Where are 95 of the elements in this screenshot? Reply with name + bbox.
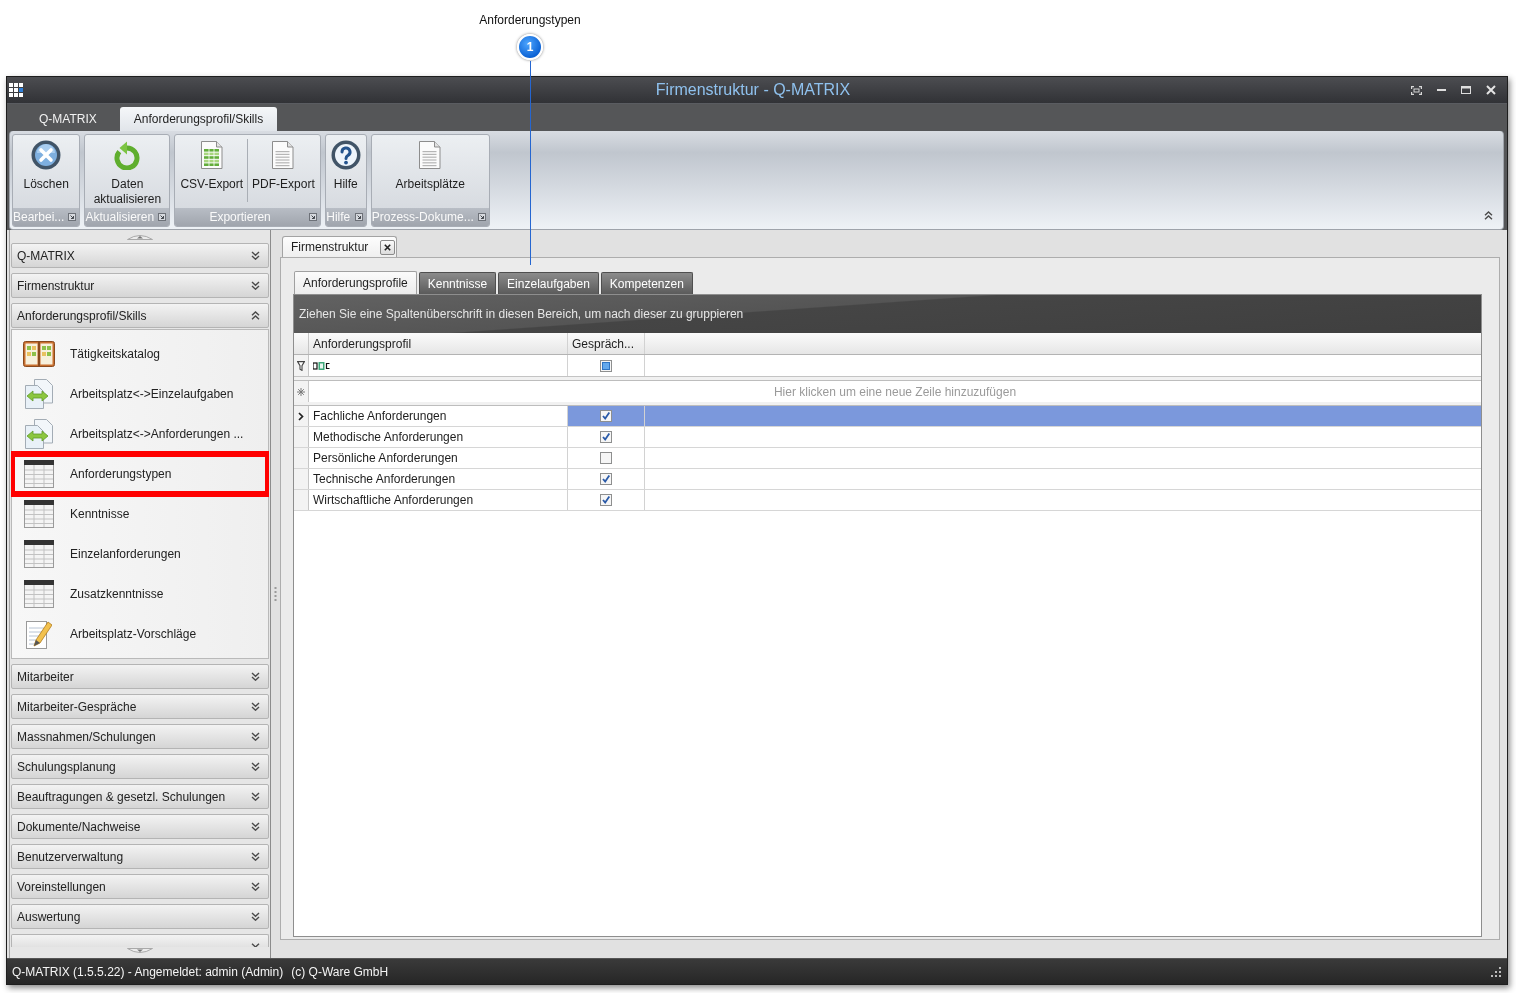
sidebar-group-header[interactable]: Benutzerverwaltung: [11, 844, 269, 869]
tab[interactable]: Anforderungsprofile: [294, 271, 417, 294]
sidebar-group-header[interactable]: Voreinstellungen: [11, 874, 269, 899]
sidebar-group-header[interactable]: Massnahmen/Schulungen: [11, 724, 269, 749]
ribbon-button[interactable]: Löschen: [19, 135, 73, 208]
ribbon-tab[interactable]: Anforderungsprofil/Skills: [119, 107, 278, 131]
table-icon: [24, 460, 54, 488]
resize-grip-icon[interactable]: [1491, 966, 1501, 977]
sidebar-item[interactable]: Kenntnisse: [12, 494, 268, 534]
status-text: Q-MATRIX (1.5.5.22) - Angemeldet: admin (Admin): [12, 964, 284, 979]
grip-icon[interactable]: [274, 587, 277, 601]
book-icon: [23, 341, 55, 367]
refresh-icon: [114, 140, 141, 170]
minimize-icon: [1436, 89, 1446, 91]
table-row[interactable]: Wirtschaftliche Anforderungen: [294, 490, 1481, 511]
annotation-label: Anforderungstypen: [479, 13, 581, 27]
copyright-text: (c) Q-Ware GmbH: [291, 964, 389, 979]
ribbon-group-label: Bearbei...: [13, 209, 65, 225]
help-icon: [330, 140, 361, 170]
sidebar-group-header[interactable]: Anforderungsprofil/Skills: [11, 303, 269, 328]
ribbon-group-label: Exportieren: [208, 209, 272, 225]
asterisk-icon: [297, 387, 305, 396]
callout-badge: 1: [517, 34, 543, 60]
ribbon-tab[interactable]: Q-MATRIX: [25, 107, 111, 131]
close-button[interactable]: [380, 239, 396, 255]
table-row[interactable]: Technische Anforderungen: [294, 469, 1481, 490]
tab[interactable]: Kenntnisse: [418, 272, 497, 294]
table-row[interactable]: Fachliche Anforderungen: [294, 406, 1481, 427]
document-arrows-icon: [25, 379, 53, 409]
fullscreen-icon: [1410, 85, 1422, 95]
sidebar-item[interactable]: Tätigkeitskatalog: [12, 334, 268, 374]
dialog-launcher-icon[interactable]: [308, 213, 317, 221]
group-by-hint: Ziehen Sie eine Spaltenüberschrift in diesen Bereich, um nach dieser zu gruppieren: [294, 295, 1481, 333]
dialog-launcher-icon[interactable]: [68, 213, 77, 221]
close-icon: [1486, 85, 1496, 95]
document-icon: [419, 141, 442, 169]
tab[interactable]: Kompetenzen: [600, 272, 693, 294]
delete-icon: [31, 140, 62, 170]
column-header[interactable]: Anforderungsprofil: [309, 333, 568, 354]
table-icon: [24, 580, 54, 608]
sidebar-item[interactable]: Arbeitsplatz-Vorschläge: [12, 614, 268, 654]
sidebar-item[interactable]: Zusatzkenntnisse: [12, 574, 268, 614]
sidebar-group-header[interactable]: Mitarbeiter-Gespräche: [11, 694, 269, 719]
sidebar-group-header[interactable]: Mitarbeiter: [11, 664, 269, 689]
spreadsheet-icon: [200, 141, 223, 169]
double-chevron-up-icon[interactable]: [1484, 211, 1493, 220]
ribbon-button[interactable]: CSV-Export: [176, 135, 248, 208]
sidebar-group-header[interactable]: Firmenstruktur: [11, 273, 269, 298]
ribbon-button[interactable]: Arbeitsplätze: [391, 135, 469, 208]
fullscreen-button[interactable]: [1410, 84, 1422, 96]
window-title: Firmenstruktur - Q-MATRIX: [655, 81, 851, 99]
expand-handle-icon[interactable]: [127, 948, 153, 955]
filter-icon[interactable]: [297, 360, 305, 371]
maximize-icon: [1461, 86, 1471, 94]
tab[interactable]: Einzelaufgaben: [498, 272, 599, 294]
table-row[interactable]: Methodische Anforderungen: [294, 427, 1481, 448]
dialog-launcher-icon[interactable]: [158, 213, 167, 221]
ribbon-button[interactable]: Daten aktualisieren: [86, 135, 169, 208]
sidebar-item[interactable]: Einzelanforderungen: [12, 534, 268, 574]
sidebar-group-header[interactable]: Beauftragungen & gesetzl. Schulungen: [11, 784, 269, 809]
close-icon: [384, 243, 392, 251]
table-icon: [24, 500, 54, 528]
checkbox[interactable]: [600, 359, 612, 372]
ribbon-group-label: Prozess-Dokume...: [371, 209, 474, 225]
document-icon: [272, 141, 295, 169]
sidebar-group-header[interactable]: Auswertung: [11, 904, 269, 929]
column-header[interactable]: Gespräch...: [568, 333, 645, 354]
dialog-launcher-icon[interactable]: [354, 213, 363, 221]
table-icon: [24, 540, 54, 568]
document-tab[interactable]: Firmenstruktur: [282, 236, 398, 257]
checkbox[interactable]: [600, 410, 612, 422]
sidebar-item[interactable]: Arbeitsplatz<->Anforderungen ...: [12, 414, 268, 454]
table-cell: Fachliche Anforderungen: [309, 406, 568, 426]
dialog-launcher-icon[interactable]: [477, 213, 486, 221]
ribbon-group-label: Aktualisieren: [85, 209, 155, 225]
checkbox[interactable]: [600, 494, 612, 506]
checkbox[interactable]: [600, 452, 612, 464]
app-icon: [9, 83, 23, 97]
document-arrows-icon: [25, 419, 53, 449]
maximize-button[interactable]: [1460, 84, 1472, 96]
ribbon-group-label: Hilfe: [325, 209, 351, 225]
sidebar-group-header[interactable]: Q-MATRIX: [11, 243, 269, 268]
notepad-pencil-icon: [26, 619, 52, 649]
checkbox[interactable]: [600, 473, 612, 485]
sidebar-item[interactable]: Arbeitsplatz<->Einzelaufgaben: [12, 374, 268, 414]
chevron-right-icon: [298, 411, 304, 421]
ribbon-button[interactable]: PDF-Export: [248, 135, 319, 208]
sidebar-item[interactable]: Anforderungstypen: [12, 454, 268, 494]
ribbon-button[interactable]: Hilfe: [326, 135, 365, 208]
sidebar-group-header[interactable]: Schulungsplanung: [11, 754, 269, 779]
checkbox[interactable]: [600, 431, 612, 443]
sidebar-group-header[interactable]: Dokumente/Nachweise: [11, 814, 269, 839]
text-filter-icon[interactable]: [313, 361, 330, 370]
collapse-handle-icon[interactable]: [127, 233, 153, 240]
table-row[interactable]: Persönliche Anforderungen: [294, 448, 1481, 469]
